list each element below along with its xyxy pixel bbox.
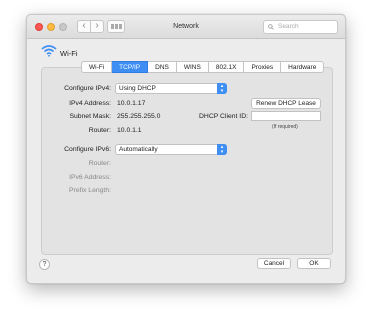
configure-ipv4-select[interactable]: Using DHCP ▴ ▾ [115, 83, 227, 94]
configure-ipv4-label: Configure IPv4: [64, 85, 111, 92]
dhcp-client-id-label: DHCP Client ID: [199, 113, 248, 120]
tab-wifi[interactable]: Wi-Fi [81, 61, 113, 73]
tab-bar: Wi-Fi TCP/IP DNS WINS 802.1X Proxies Har… [81, 61, 325, 73]
ipv6-address-label: IPv6 Address: [69, 174, 111, 181]
tab-8021x[interactable]: 802.1X [208, 61, 245, 73]
tab-tcpip[interactable]: TCP/IP [112, 61, 149, 73]
network-window: ‹ › Network Search Wi-Fi Wi-Fi TCP/IP DN… [26, 14, 346, 284]
tab-proxies[interactable]: Proxies [244, 61, 282, 73]
tab-wins[interactable]: WINS [176, 61, 209, 73]
search-icon [268, 24, 274, 30]
ipv4-address-value: 10.0.1.17 [117, 100, 146, 107]
configure-ipv4-value: Using DHCP [119, 85, 156, 92]
titlebar: ‹ › Network Search [27, 15, 345, 39]
router-label: Router: [88, 127, 111, 134]
wifi-icon [41, 45, 57, 57]
search-input[interactable]: Search [263, 20, 338, 34]
renew-dhcp-lease-button[interactable]: Renew DHCP Lease [251, 98, 321, 109]
configure-ipv6-label: Configure IPv6: [64, 146, 111, 153]
chevron-updown-icon: ▴ ▾ [217, 83, 227, 94]
tab-dns[interactable]: DNS [148, 61, 177, 73]
configure-ipv6-value: Automatically [119, 146, 158, 153]
chevron-updown-icon: ▴ ▾ [217, 144, 227, 155]
subnet-mask-value: 255.255.255.0 [117, 113, 161, 120]
search-placeholder: Search [278, 23, 299, 30]
router-value: 10.0.1.1 [117, 127, 142, 134]
prefix-length-label: Prefix Length: [69, 187, 111, 194]
configure-ipv6-select[interactable]: Automatically ▴ ▾ [115, 144, 227, 155]
ipv4-address-label: IPv4 Address: [69, 100, 111, 107]
ipv6-router-label: Router: [88, 160, 111, 167]
tab-hardware[interactable]: Hardware [281, 61, 325, 73]
ok-button[interactable]: OK [297, 258, 331, 269]
dhcp-client-id-note: (If required) [272, 124, 298, 130]
cancel-button[interactable]: Cancel [257, 258, 291, 269]
interface-name: Wi-Fi [60, 49, 78, 58]
dhcp-client-id-field[interactable] [251, 111, 321, 121]
help-button[interactable]: ? [39, 259, 50, 270]
subnet-mask-label: Subnet Mask: [69, 113, 111, 120]
